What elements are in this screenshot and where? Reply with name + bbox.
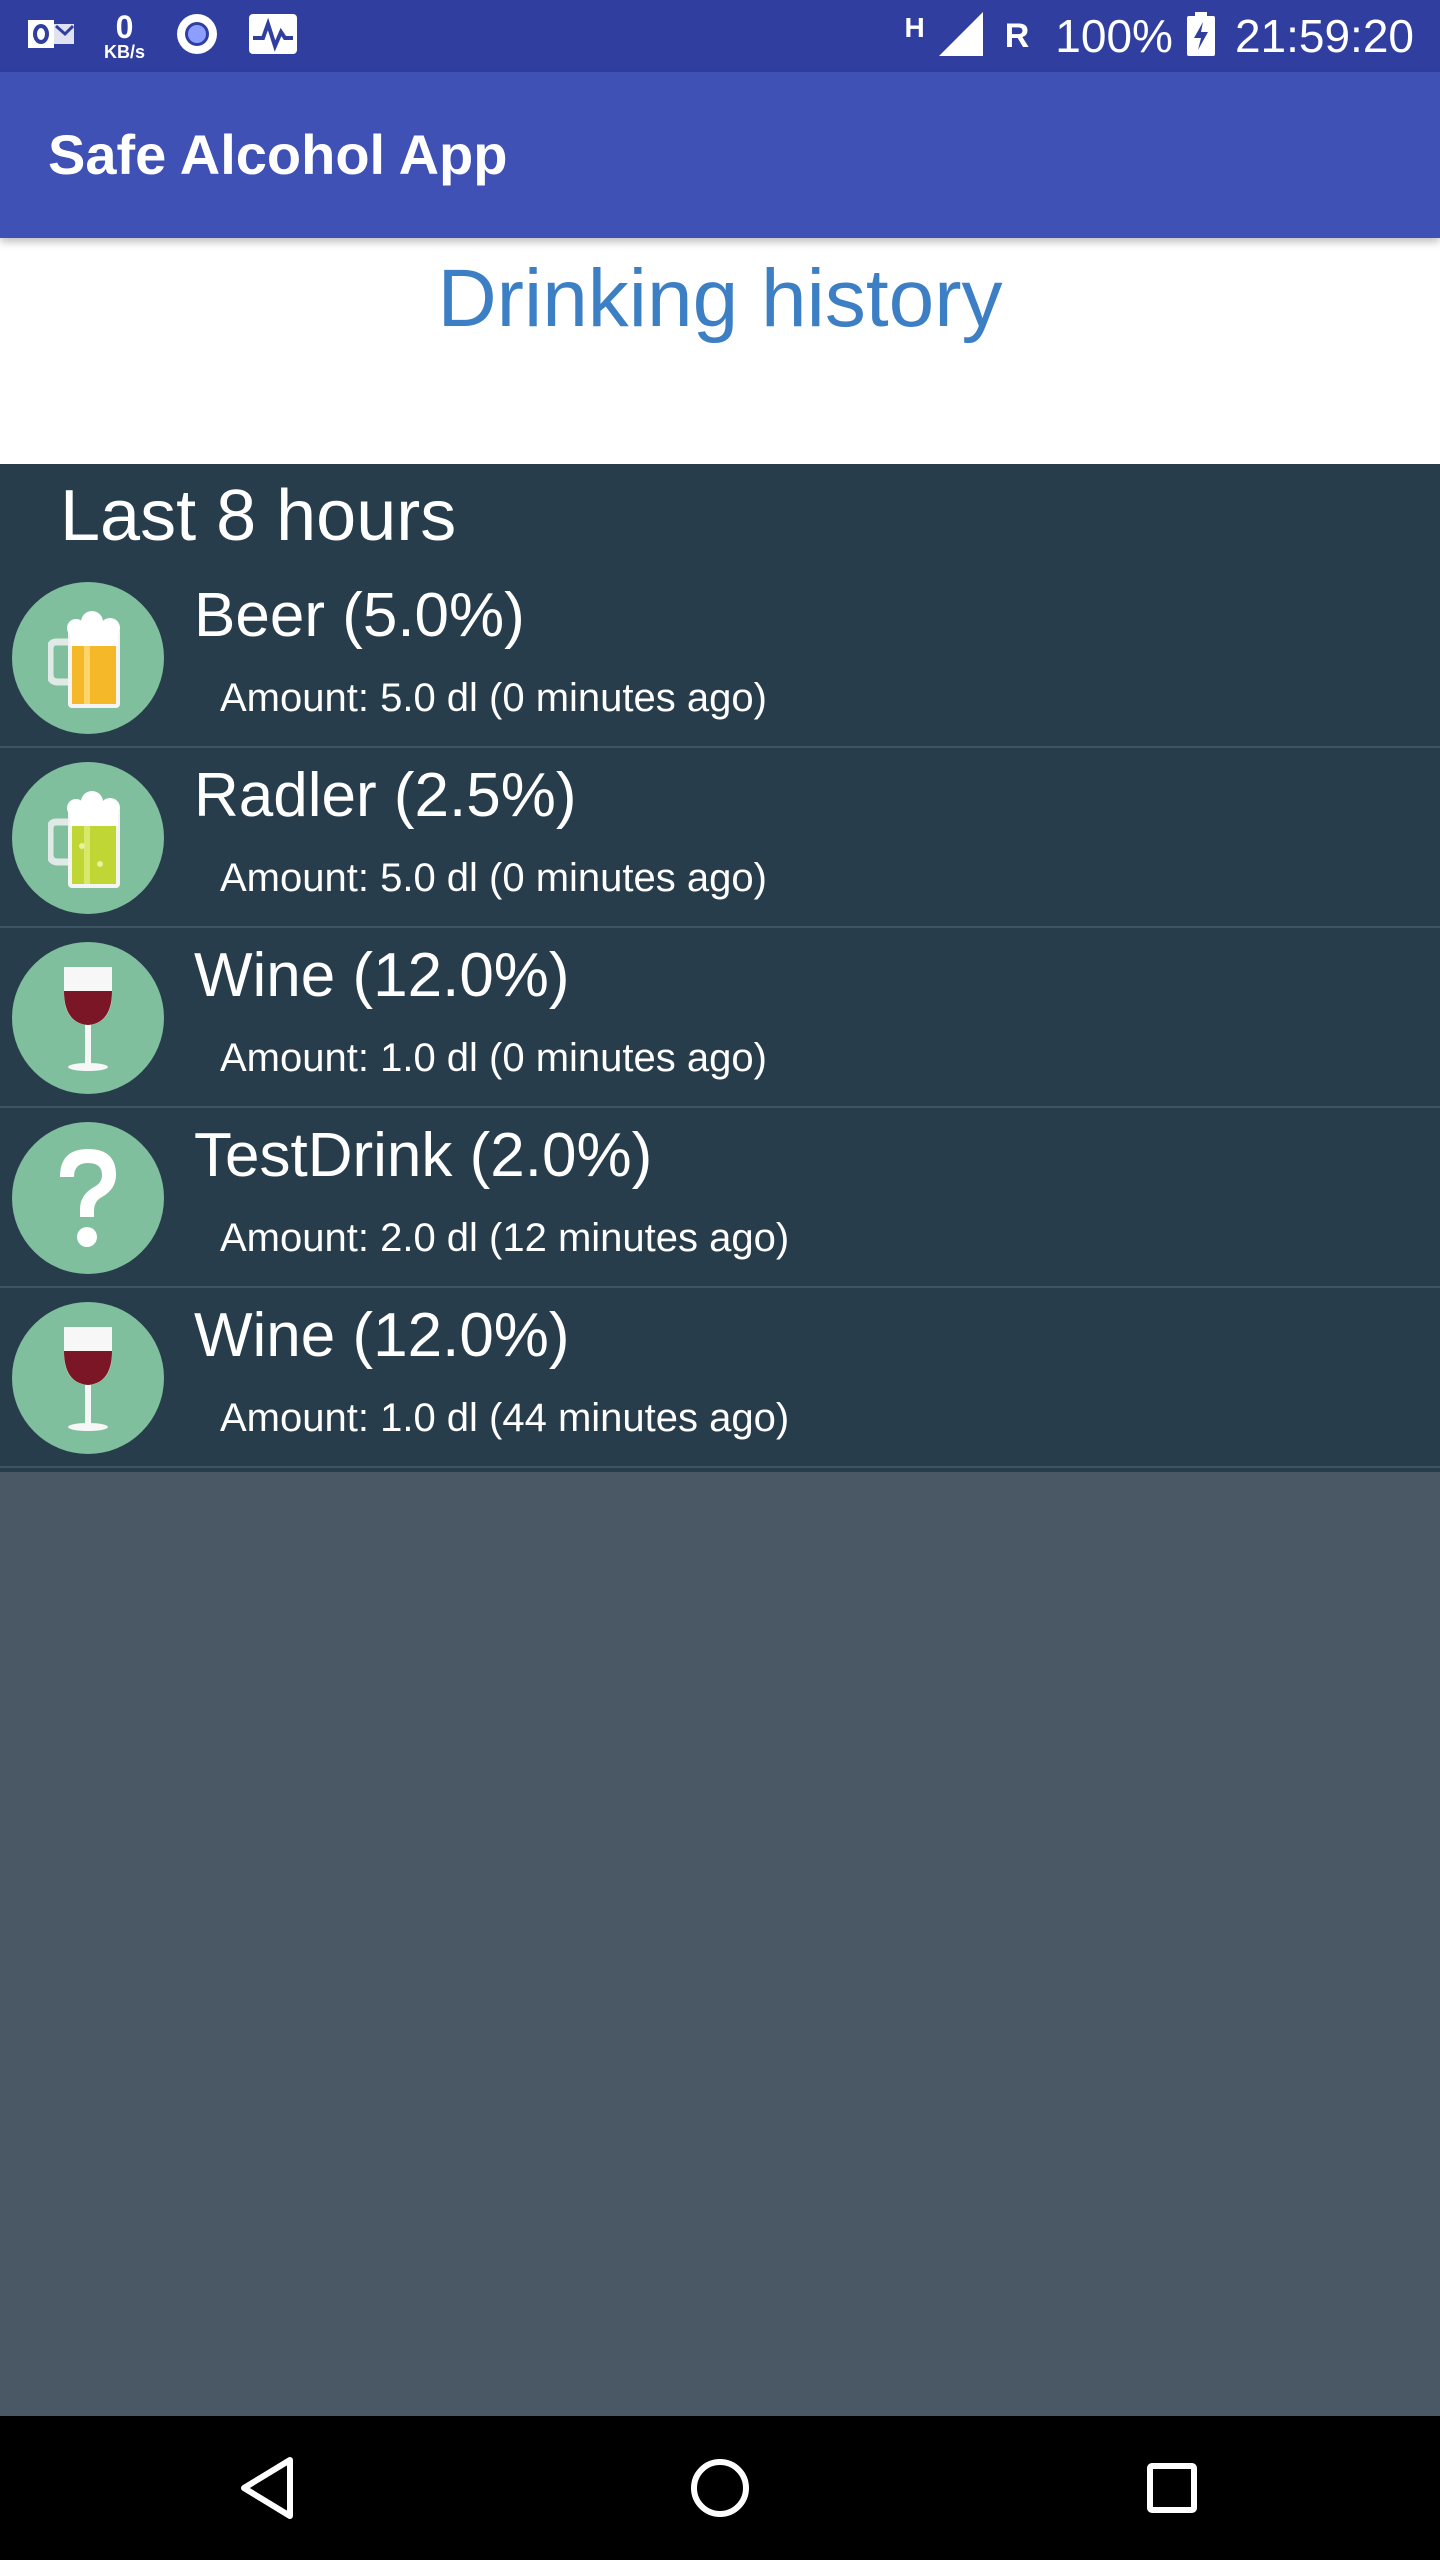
drink-detail: Amount: 2.0 dl (12 minutes ago) (220, 1216, 790, 1260)
list-item[interactable]: Beer (5.0%) Amount: 5.0 dl (0 minutes ag… (0, 568, 1440, 748)
clock: 21:59:20 (1234, 10, 1414, 62)
signal-icon (938, 11, 983, 61)
drink-detail: Amount: 5.0 dl (0 minutes ago) (220, 856, 767, 900)
network-type-label: H (904, 12, 925, 43)
drink-detail: Amount: 1.0 dl (44 minutes ago) (220, 1396, 790, 1440)
drink-rows: Beer (5.0%) Amount: 5.0 dl (0 minutes ag… (0, 568, 1440, 1468)
drink-name: TestDrink (2.0%) (194, 1121, 653, 1190)
app-bar: Safe Alcohol App (0, 72, 1440, 238)
list-item[interactable]: Wine (12.0%) Amount: 1.0 dl (44 minutes … (0, 1288, 1440, 1468)
outlook-notification-icon (28, 14, 75, 59)
recents-square-icon (1147, 2463, 1197, 2513)
drink-name: Wine (12.0%) (194, 1301, 570, 1370)
status-system: H R 100% 21:59:20 (904, 0, 1414, 72)
list-item[interactable]: Wine (12.0%) Amount: 1.0 dl (0 minutes a… (0, 928, 1440, 1108)
back-triangle-icon (241, 2457, 293, 2519)
battery-charging-icon (1186, 11, 1215, 61)
beer-mug-icon (12, 582, 164, 734)
drink-name: Beer (5.0%) (194, 581, 525, 650)
app-title: Safe Alcohol App (48, 123, 508, 186)
list-item[interactable]: Radler (2.5%) Amount: 5.0 dl (0 minutes … (0, 748, 1440, 928)
home-circle-icon (691, 2459, 749, 2517)
recents-button[interactable] (1132, 2448, 1212, 2528)
drink-detail: Amount: 5.0 dl (0 minutes ago) (220, 676, 767, 720)
section-title: Last 8 hours (60, 476, 457, 556)
page-title: Drinking history (437, 253, 1003, 344)
drink-name: Wine (12.0%) (194, 941, 570, 1010)
drink-history-list: Last 8 hours Beer (5.0%) Amount: 5.0 dl … (0, 464, 1440, 1472)
drink-name: Radler (2.5%) (194, 761, 577, 830)
header-panel: Drinking history (0, 238, 1440, 464)
roaming-label: R (1004, 16, 1030, 55)
list-item[interactable]: TestDrink (2.0%) Amount: 2.0 dl (12 minu… (0, 1108, 1440, 1288)
status-notifications: 0 KB/s (28, 8, 298, 64)
home-button[interactable] (680, 2448, 760, 2528)
activity-notification-icon (249, 13, 298, 59)
status-bar: 0 KB/s H R 100% 21:59:20 (0, 0, 1440, 72)
back-button[interactable] (228, 2448, 308, 2528)
circle-notification-icon (175, 12, 219, 61)
question-mark-icon (12, 1122, 164, 1274)
battery-percent: 100% (1055, 10, 1173, 62)
wine-glass-icon (12, 942, 164, 1094)
wine-glass-icon (12, 1302, 164, 1454)
drink-detail: Amount: 1.0 dl (0 minutes ago) (220, 1036, 767, 1080)
radler-mug-icon (12, 762, 164, 914)
network-speed: 0 KB/s (104, 9, 146, 62)
navigation-bar (0, 2416, 1440, 2560)
